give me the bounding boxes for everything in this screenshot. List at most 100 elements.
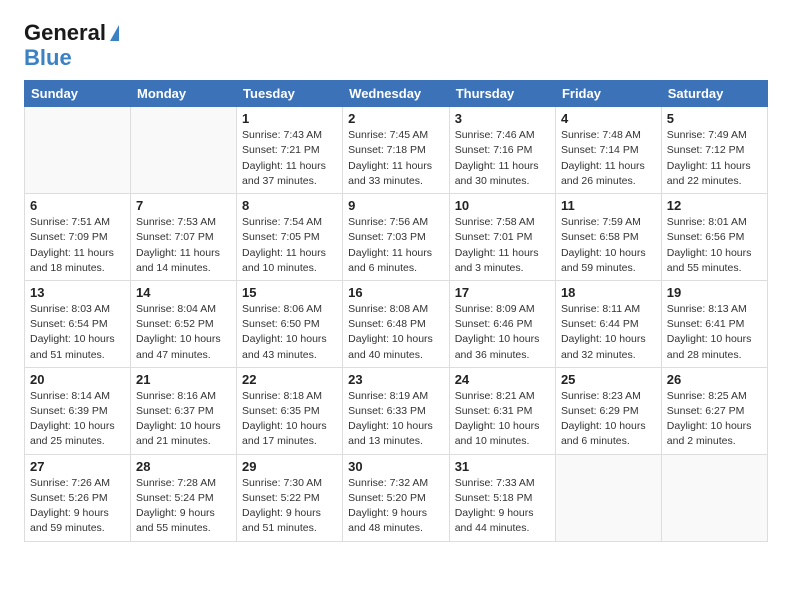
header-monday: Monday [131,81,237,107]
day-number: 20 [30,372,125,387]
calendar-cell: 26 Sunrise: 8:25 AM Sunset: 6:27 PM Dayli… [661,367,767,454]
day-detail: Sunrise: 7:48 AM Sunset: 7:14 PM Dayligh… [561,128,656,189]
calendar-cell: 15 Sunrise: 8:06 AM Sunset: 6:50 PM Dayli… [237,280,343,367]
header-sunday: Sunday [25,81,131,107]
day-number: 15 [242,285,337,300]
day-number: 19 [667,285,762,300]
day-number: 17 [455,285,550,300]
day-detail: Sunrise: 7:28 AM Sunset: 5:24 PM Dayligh… [136,476,231,537]
calendar-cell [131,107,237,194]
header-saturday: Saturday [661,81,767,107]
day-detail: Sunrise: 8:19 AM Sunset: 6:33 PM Dayligh… [348,389,444,450]
day-number: 8 [242,198,337,213]
day-detail: Sunrise: 8:04 AM Sunset: 6:52 PM Dayligh… [136,302,231,363]
day-detail: Sunrise: 7:53 AM Sunset: 7:07 PM Dayligh… [136,215,231,276]
day-detail: Sunrise: 8:03 AM Sunset: 6:54 PM Dayligh… [30,302,125,363]
day-number: 25 [561,372,656,387]
day-detail: Sunrise: 8:25 AM Sunset: 6:27 PM Dayligh… [667,389,762,450]
calendar-table: SundayMondayTuesdayWednesdayThursdayFrid… [24,80,768,541]
day-number: 5 [667,111,762,126]
calendar-week-5: 27 Sunrise: 7:26 AM Sunset: 5:26 PM Dayli… [25,454,768,541]
day-number: 18 [561,285,656,300]
calendar-cell: 14 Sunrise: 8:04 AM Sunset: 6:52 PM Dayli… [131,280,237,367]
header-thursday: Thursday [449,81,555,107]
day-number: 16 [348,285,444,300]
logo-general: General [24,20,119,45]
day-detail: Sunrise: 8:11 AM Sunset: 6:44 PM Dayligh… [561,302,656,363]
calendar-cell: 18 Sunrise: 8:11 AM Sunset: 6:44 PM Dayli… [555,280,661,367]
calendar-week-1: 1 Sunrise: 7:43 AM Sunset: 7:21 PM Daylig… [25,107,768,194]
calendar-cell: 1 Sunrise: 7:43 AM Sunset: 7:21 PM Daylig… [237,107,343,194]
calendar-cell: 16 Sunrise: 8:08 AM Sunset: 6:48 PM Dayli… [343,280,450,367]
day-number: 27 [30,459,125,474]
day-detail: Sunrise: 8:08 AM Sunset: 6:48 PM Dayligh… [348,302,444,363]
calendar-cell [555,454,661,541]
day-number: 2 [348,111,444,126]
calendar-cell: 25 Sunrise: 8:23 AM Sunset: 6:29 PM Dayli… [555,367,661,454]
calendar-week-4: 20Sunrise: 8:14 AM Sunset: 6:39 PM Dayli… [25,367,768,454]
day-number: 31 [455,459,550,474]
day-number: 6 [30,198,125,213]
day-detail: Sunrise: 8:23 AM Sunset: 6:29 PM Dayligh… [561,389,656,450]
day-number: 1 [242,111,337,126]
day-number: 14 [136,285,231,300]
calendar-cell: 22 Sunrise: 8:18 AM Sunset: 6:35 PM Dayli… [237,367,343,454]
calendar-cell: 19Sunrise: 8:13 AM Sunset: 6:41 PM Dayli… [661,280,767,367]
calendar-cell: 12Sunrise: 8:01 AM Sunset: 6:56 PM Dayli… [661,194,767,281]
day-number: 7 [136,198,231,213]
day-number: 29 [242,459,337,474]
calendar-cell: 29Sunrise: 7:30 AM Sunset: 5:22 PM Dayli… [237,454,343,541]
day-detail: Sunrise: 7:59 AM Sunset: 6:58 PM Dayligh… [561,215,656,276]
calendar-cell: 5 Sunrise: 7:49 AM Sunset: 7:12 PM Daylig… [661,107,767,194]
calendar-cell: 6 Sunrise: 7:51 AM Sunset: 7:09 PM Daylig… [25,194,131,281]
header-friday: Friday [555,81,661,107]
day-detail: Sunrise: 8:06 AM Sunset: 6:50 PM Dayligh… [242,302,337,363]
calendar-cell: 13 Sunrise: 8:03 AM Sunset: 6:54 PM Dayli… [25,280,131,367]
calendar-cell: 11 Sunrise: 7:59 AM Sunset: 6:58 PM Dayli… [555,194,661,281]
day-number: 10 [455,198,550,213]
day-detail: Sunrise: 7:56 AM Sunset: 7:03 PM Dayligh… [348,215,444,276]
day-detail: Sunrise: 8:16 AM Sunset: 6:37 PM Dayligh… [136,389,231,450]
day-detail: Sunrise: 7:45 AM Sunset: 7:18 PM Dayligh… [348,128,444,189]
calendar-cell: 8 Sunrise: 7:54 AM Sunset: 7:05 PM Daylig… [237,194,343,281]
day-number: 22 [242,372,337,387]
day-detail: Sunrise: 7:32 AM Sunset: 5:20 PM Dayligh… [348,476,444,537]
calendar-cell: 9 Sunrise: 7:56 AM Sunset: 7:03 PM Daylig… [343,194,450,281]
calendar-cell: 10 Sunrise: 7:58 AM Sunset: 7:01 PM Dayli… [449,194,555,281]
calendar-cell: 27 Sunrise: 7:26 AM Sunset: 5:26 PM Dayli… [25,454,131,541]
day-detail: Sunrise: 7:49 AM Sunset: 7:12 PM Dayligh… [667,128,762,189]
day-number: 13 [30,285,125,300]
day-detail: Sunrise: 8:21 AM Sunset: 6:31 PM Dayligh… [455,389,550,450]
calendar-cell: 30Sunrise: 7:32 AM Sunset: 5:20 PM Dayli… [343,454,450,541]
calendar-cell: 23 Sunrise: 8:19 AM Sunset: 6:33 PM Dayli… [343,367,450,454]
day-number: 28 [136,459,231,474]
day-number: 9 [348,198,444,213]
day-number: 3 [455,111,550,126]
calendar-cell: 24Sunrise: 8:21 AM Sunset: 6:31 PM Dayli… [449,367,555,454]
day-detail: Sunrise: 7:51 AM Sunset: 7:09 PM Dayligh… [30,215,125,276]
logo-text: General [24,20,119,46]
day-number: 11 [561,198,656,213]
day-detail: Sunrise: 7:46 AM Sunset: 7:16 PM Dayligh… [455,128,550,189]
day-detail: Sunrise: 7:58 AM Sunset: 7:01 PM Dayligh… [455,215,550,276]
day-number: 21 [136,372,231,387]
day-detail: Sunrise: 8:01 AM Sunset: 6:56 PM Dayligh… [667,215,762,276]
day-detail: Sunrise: 8:18 AM Sunset: 6:35 PM Dayligh… [242,389,337,450]
calendar-cell [25,107,131,194]
calendar-cell: 21 Sunrise: 8:16 AM Sunset: 6:37 PM Dayli… [131,367,237,454]
day-number: 23 [348,372,444,387]
header-wednesday: Wednesday [343,81,450,107]
calendar-week-2: 6 Sunrise: 7:51 AM Sunset: 7:09 PM Daylig… [25,194,768,281]
header-tuesday: Tuesday [237,81,343,107]
day-number: 4 [561,111,656,126]
calendar-cell: 7 Sunrise: 7:53 AM Sunset: 7:07 PM Daylig… [131,194,237,281]
day-detail: Sunrise: 7:26 AM Sunset: 5:26 PM Dayligh… [30,476,125,537]
day-detail: Sunrise: 7:54 AM Sunset: 7:05 PM Dayligh… [242,215,337,276]
calendar-cell: 4 Sunrise: 7:48 AM Sunset: 7:14 PM Daylig… [555,107,661,194]
day-number: 26 [667,372,762,387]
day-detail: Sunrise: 7:33 AM Sunset: 5:18 PM Dayligh… [455,476,550,537]
calendar-week-3: 13 Sunrise: 8:03 AM Sunset: 6:54 PM Dayli… [25,280,768,367]
day-detail: Sunrise: 7:43 AM Sunset: 7:21 PM Dayligh… [242,128,337,189]
calendar-cell: 17Sunrise: 8:09 AM Sunset: 6:46 PM Dayli… [449,280,555,367]
logo: General Blue [24,20,119,70]
